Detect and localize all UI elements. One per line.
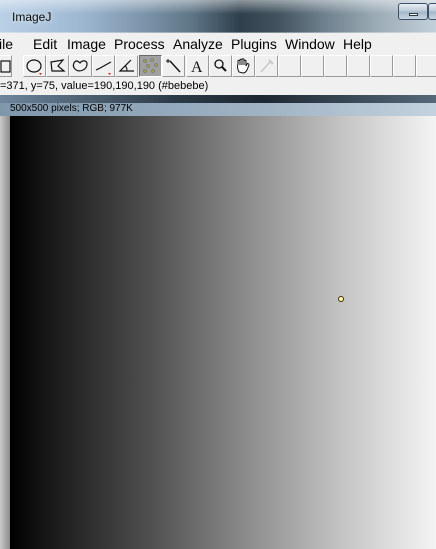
point-tool[interactable] [139, 55, 162, 77]
menu-analyze[interactable]: Analyze [173, 36, 223, 52]
oval-tool[interactable] [23, 55, 46, 77]
magnifier-icon [214, 59, 227, 72]
menu-window[interactable]: Window [285, 36, 335, 52]
point-icon [143, 58, 158, 73]
image-window-titlebar[interactable] [0, 95, 436, 103]
window-title: ImageJ [12, 10, 52, 24]
polygon-selection-icon [50, 59, 66, 72]
title-bar[interactable]: ImageJ [0, 0, 436, 33]
toolbar: A [0, 54, 436, 79]
title-bar-shine [0, 0, 436, 14]
empty-tool-slot[interactable] [324, 55, 347, 77]
status-text: =371, y=75, value=190,190,190 (#bebebe) [0, 80, 209, 92]
empty-tool-slot[interactable] [278, 55, 301, 77]
oval-selection-icon [26, 59, 42, 75]
menu-image[interactable]: Image [67, 36, 106, 52]
line-tool[interactable] [92, 55, 115, 77]
menu-help[interactable]: Help [343, 36, 372, 52]
point-marker-icon [338, 296, 344, 302]
menu-bar: ile Edit Image Process Analyze Plugins W… [0, 33, 436, 54]
empty-tool-slot[interactable] [416, 55, 436, 77]
color-picker-icon [260, 59, 274, 73]
hand-icon [236, 58, 250, 74]
menu-file[interactable]: ile [0, 36, 13, 52]
wand-icon [166, 59, 181, 73]
image-canvas[interactable] [10, 116, 436, 549]
empty-tool-slot[interactable] [393, 55, 416, 77]
status-line: =371, y=75, value=190,190,190 (#bebebe) [0, 79, 436, 95]
text-tool[interactable]: A [186, 55, 209, 77]
empty-tool-slot[interactable] [347, 55, 370, 77]
menu-plugins[interactable]: Plugins [231, 36, 277, 52]
freehand-tool[interactable] [69, 55, 92, 77]
image-window-frame [0, 116, 10, 549]
rectangle-selection-icon [0, 60, 11, 73]
svg-text:A: A [191, 59, 203, 76]
angle-icon [118, 59, 134, 72]
minimize-button[interactable] [398, 3, 428, 20]
hand-tool[interactable] [232, 55, 255, 77]
empty-tool-slot[interactable] [370, 55, 393, 77]
polygon-tool[interactable] [46, 55, 69, 77]
imagej-window: ImageJ ile Edit Image Process Analyze Pl… [0, 0, 436, 549]
minimize-icon [409, 13, 418, 16]
menu-process[interactable]: Process [114, 36, 165, 52]
freehand-selection-icon [72, 60, 88, 72]
wand-tool[interactable] [162, 55, 185, 77]
image-info-bar: 500x500 pixels; RGB; 977K [0, 103, 436, 116]
maximize-button[interactable] [428, 3, 436, 20]
empty-tool-slot[interactable] [301, 55, 324, 77]
text-icon: A [191, 59, 203, 76]
color-picker-tool[interactable] [255, 55, 278, 77]
rectangle-tool[interactable] [0, 55, 12, 77]
menu-edit[interactable]: Edit [33, 36, 57, 52]
zoom-tool[interactable] [209, 55, 232, 77]
line-selection-icon [95, 61, 112, 75]
image-info: 500x500 pixels; RGB; 977K [10, 103, 133, 114]
angle-tool[interactable] [115, 55, 138, 77]
